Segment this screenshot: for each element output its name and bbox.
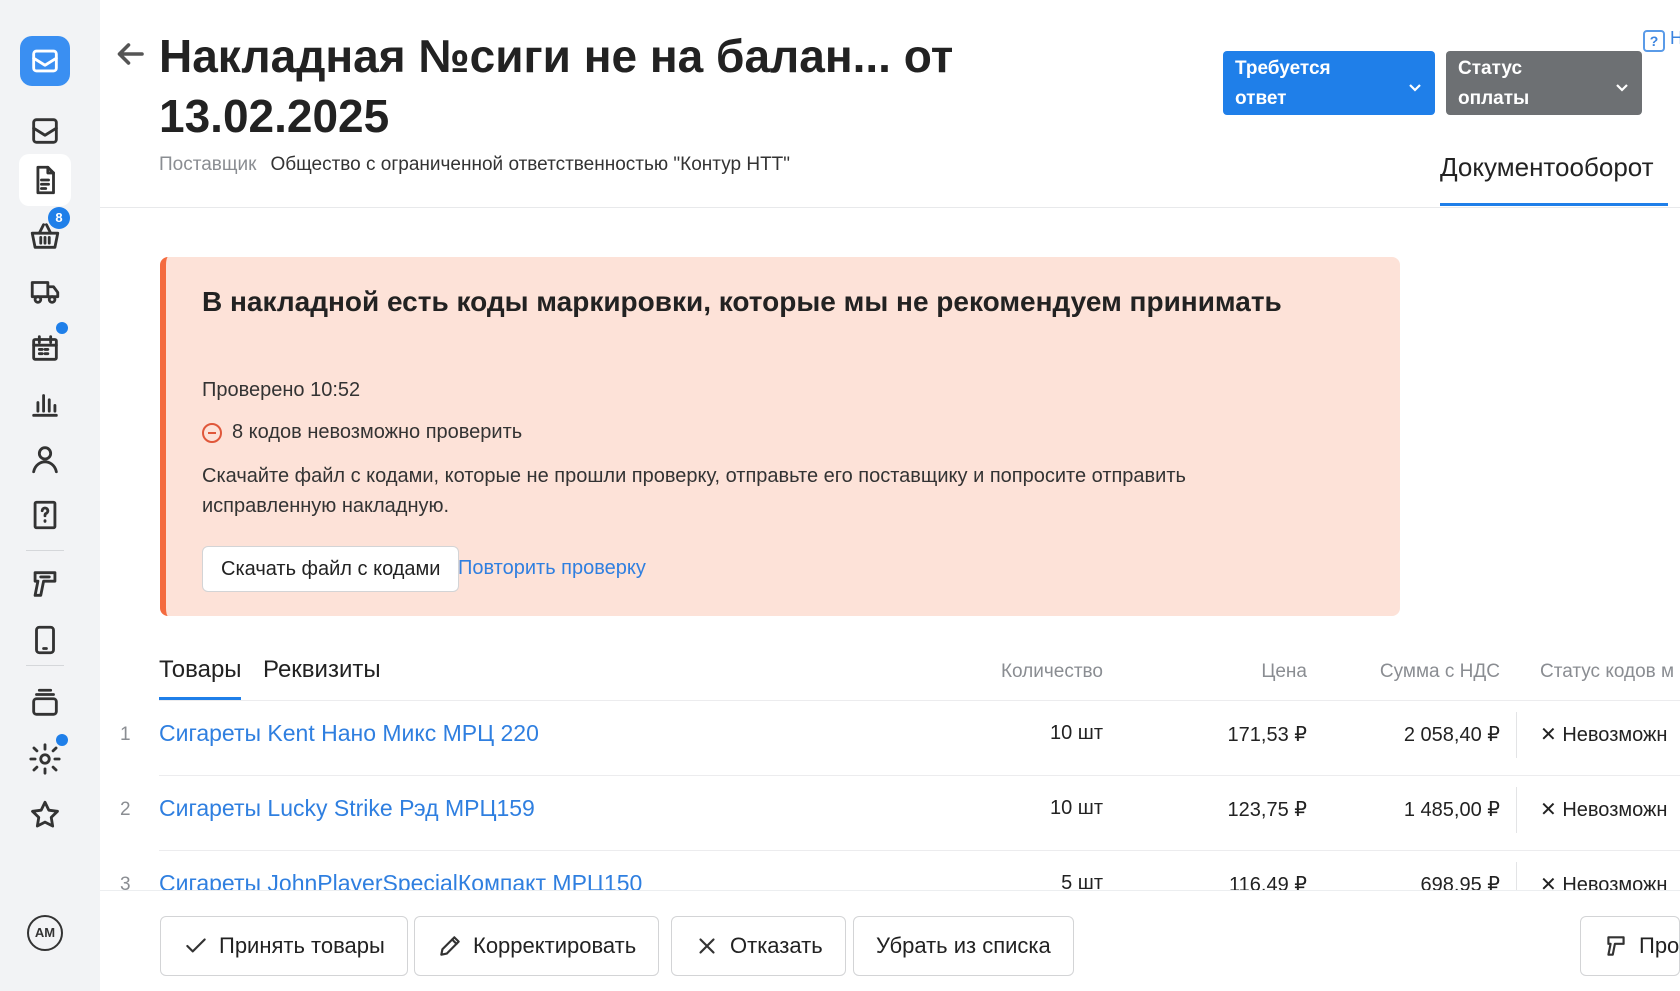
layers-icon [32, 688, 58, 716]
alert-description: Скачайте файл с кодами, которые не прошл… [202, 465, 1186, 517]
help-link[interactable]: Н [1670, 28, 1680, 49]
sidebar: 8 AM [0, 0, 100, 991]
back-arrow-icon[interactable] [112, 36, 148, 72]
response-status-label: Требуется ответ [1235, 58, 1331, 109]
calendar-notification-dot [56, 322, 68, 334]
sidebar-item-profile[interactable] [22, 436, 68, 482]
row-quantity: 10 шт [1049, 797, 1103, 819]
close-icon [699, 938, 715, 954]
inbox-icon [32, 118, 58, 144]
chevron-down-icon [1407, 75, 1423, 92]
supplier-value: Общество с ограниченной ответственностью… [270, 154, 791, 175]
product-name-link[interactable]: Сигареты Kent Нано Микс МРЦ 220 [159, 720, 539, 747]
main-content: Накладная №сиги не на балан... от 13.02.… [100, 0, 1680, 991]
check-icon [186, 938, 206, 953]
tab-goods[interactable]: Товары [159, 656, 242, 684]
accept-goods-label: Принять товары [219, 933, 385, 958]
row-quantity: 10 шт [1049, 722, 1103, 744]
row-status: ✕ Невозможн [1540, 722, 1667, 747]
alert-title: В накладной есть коды маркировки, которы… [202, 286, 1282, 317]
tab-active-indicator [1440, 203, 1668, 206]
supplier-label: Поставщик [159, 154, 257, 175]
payment-status-label: Статус оплаты [1458, 58, 1530, 109]
sidebar-item-scanner[interactable] [22, 561, 68, 607]
sidebar-item-mobile[interactable] [22, 617, 68, 663]
download-codes-button[interactable]: Скачать файл с кодами [202, 546, 460, 592]
settings-notification-dot [56, 734, 68, 746]
sidebar-item-help[interactable] [22, 492, 68, 538]
remove-from-list-label: Убрать из списка [876, 933, 1051, 958]
row-number: 1 [120, 724, 131, 745]
row-price: 123,75 ₽ [1227, 799, 1307, 821]
row-status: ✕ Невозможн [1540, 797, 1667, 822]
user-icon [32, 446, 58, 474]
row-price: 171,53 ₽ [1227, 724, 1307, 746]
star-icon [31, 800, 59, 828]
column-header-quantity: Количество [1000, 661, 1103, 682]
sidebar-divider [26, 550, 64, 551]
sidebar-item-layers[interactable] [22, 680, 68, 726]
sidebar-item-reports[interactable] [22, 381, 68, 427]
supplier-info: Поставщик Общество с ограниченной ответст… [159, 154, 790, 176]
alert-checked-time: Проверено 10:52 [202, 379, 361, 401]
product-name-link[interactable]: Сигареты Lucky Strike Рэд МРЦ159 [159, 795, 535, 822]
accept-goods-button[interactable]: Принять товары [160, 916, 408, 976]
table-row: 1 Сигареты Kent Нано Микс МРЦ 220 10 шт … [100, 700, 1680, 770]
retry-check-link[interactable]: Повторить проверку [458, 557, 646, 580]
marking-codes-alert: В накладной есть коды маркировки, которы… [160, 257, 1400, 616]
help-book-icon [33, 500, 57, 530]
reject-button[interactable]: Отказать [671, 916, 846, 976]
sidebar-divider [26, 665, 64, 666]
close-icon: ✕ [1540, 799, 1563, 821]
help-icon[interactable]: ? [1643, 30, 1665, 52]
cart-badge: 8 [48, 207, 70, 229]
sidebar-item-delivery[interactable] [22, 268, 68, 314]
calendar-icon [32, 335, 58, 361]
column-header-price: Цена [1261, 661, 1307, 682]
scanner-icon [33, 571, 57, 597]
document-icon [36, 165, 55, 195]
correct-button[interactable]: Корректировать [414, 916, 660, 976]
response-status-dropdown[interactable]: Требуется ответ [1223, 51, 1435, 115]
column-divider [1516, 787, 1517, 833]
sidebar-item-inbox[interactable] [22, 108, 68, 154]
pencil-icon [440, 936, 460, 956]
scanner-icon [1607, 936, 1625, 956]
reject-label: Отказать [730, 933, 823, 958]
tab-document-flow[interactable]: Документооборот [1440, 152, 1654, 183]
row-sum: 1 485,00 ₽ [1403, 799, 1500, 821]
minus-circle-icon [202, 422, 222, 443]
column-header-status: Статус кодов м [1540, 661, 1675, 682]
avatar[interactable]: AM [27, 915, 63, 951]
payment-status-dropdown[interactable]: Статус оплаты [1446, 51, 1642, 115]
column-header-sum: Сумма с НДС [1379, 661, 1500, 682]
row-sum: 2 058,40 ₽ [1403, 724, 1500, 746]
chevron-down-icon [1614, 75, 1630, 92]
truck-icon [30, 281, 60, 304]
column-divider [1516, 712, 1517, 758]
bar-chart-icon [32, 394, 58, 417]
page-title: Накладная №сиги не на балан... от 13.02.… [159, 30, 954, 142]
tab-details[interactable]: Реквизиты [263, 656, 381, 684]
action-bar: Принять товары Корректировать Отказать У… [100, 890, 1680, 991]
row-number: 2 [120, 799, 131, 820]
scan-button[interactable]: Про [1580, 916, 1680, 976]
correct-label: Корректировать [473, 933, 637, 958]
row-status-text: Невозможн [1562, 799, 1668, 821]
alert-warning: 8 кодов невозможно проверить [202, 421, 522, 444]
header-divider [100, 207, 1680, 208]
alert-warning-text: 8 кодов невозможно проверить [232, 421, 523, 443]
gear-icon [29, 743, 61, 775]
scan-label: Про [1639, 933, 1680, 958]
table-row: 2 Сигареты Lucky Strike Рэд МРЦ159 10 шт… [100, 775, 1680, 845]
row-status-text: Невозможн [1562, 724, 1668, 746]
remove-from-list-button[interactable]: Убрать из списка [853, 916, 1074, 976]
close-icon: ✕ [1540, 724, 1563, 746]
sidebar-logo-mail-icon[interactable] [20, 36, 70, 86]
phone-icon [35, 625, 55, 655]
sidebar-item-documents[interactable] [19, 154, 71, 206]
sidebar-item-favorites[interactable] [22, 792, 68, 838]
